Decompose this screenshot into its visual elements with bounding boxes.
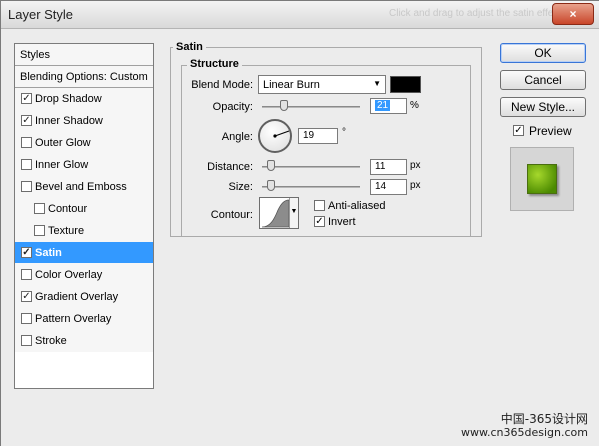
size-unit: px [410,180,421,191]
blend-mode-select[interactable]: Linear Burn ▼ [258,75,386,94]
size-label: Size: [228,181,253,193]
style-checkbox[interactable] [21,137,32,148]
style-item-satin[interactable]: ✓ Satin [15,242,153,264]
style-items: ✓ Drop Shadow ✓ Inner Shadow Outer Glow Inner… [15,88,153,352]
styles-header[interactable]: Styles [15,44,153,66]
opacity-label: Opacity: [212,101,253,113]
structure-group-title: Structure [187,58,242,70]
style-item-color-overlay[interactable]: Color Overlay [15,264,153,286]
contour-curve-icon [261,199,290,228]
style-checkbox[interactable] [34,203,45,214]
style-checkbox[interactable] [21,181,32,192]
style-checkbox[interactable] [21,313,32,324]
style-item-label: Outer Glow [35,137,91,149]
opacity-unit: % [410,100,419,111]
style-checkbox[interactable]: ✓ [21,115,32,126]
distance-label: Distance: [207,161,253,173]
style-item-label: Drop Shadow [35,93,102,105]
angle-input[interactable]: 19 [298,128,338,144]
distance-slider-track[interactable] [262,166,360,168]
ok-button[interactable]: OK [500,43,586,63]
style-checkbox[interactable]: ✓ [21,93,32,104]
opacity-slider-track[interactable] [262,106,360,108]
style-checkbox[interactable] [21,159,32,170]
style-checkbox[interactable] [21,335,32,346]
blend-color-swatch[interactable] [390,76,421,93]
distance-value: 11 [375,161,386,172]
preview-swatch [527,164,557,194]
style-item-outer-glow[interactable]: Outer Glow [15,132,153,154]
style-item-inner-shadow[interactable]: ✓ Inner Shadow [15,110,153,132]
angle-label: Angle: [221,131,253,143]
style-checkbox[interactable] [21,269,32,280]
blending-options-item[interactable]: Blending Options: Custom [15,66,153,88]
style-item-contour[interactable]: Contour [15,198,153,220]
blend-mode-label: Blend Mode: [191,79,253,91]
style-item-label: Color Overlay [35,269,103,281]
watermark-title: 中国-365设计网 [500,412,588,426]
satin-group-title: Satin [173,41,206,53]
blend-mode-value: Linear Burn [263,79,320,91]
style-item-label: Stroke [35,335,67,347]
style-item-inner-glow[interactable]: Inner Glow [15,154,153,176]
close-button[interactable]: × [552,3,594,25]
preview-checkbox[interactable]: ✓ [513,125,524,136]
style-item-label: Bevel and Emboss [35,181,127,193]
contour-dropdown-icon[interactable]: ▼ [289,198,298,228]
size-value: 14 [375,181,387,192]
close-icon: × [569,7,577,21]
anti-aliased-label: Anti-aliased [328,200,386,212]
style-item-drop-shadow[interactable]: ✓ Drop Shadow [15,88,153,110]
title-bar[interactable]: Layer Style Click and drag to adjust the… [1,1,599,29]
dialog-body: Styles Blending Options: Custom ✓ Drop Sh… [1,29,599,446]
opacity-slider-thumb[interactable] [280,100,288,111]
styles-list: Styles Blending Options: Custom ✓ Drop Sh… [14,43,154,389]
style-item-label: Texture [48,225,85,237]
chevron-down-icon: ▼ [373,79,381,88]
style-checkbox[interactable] [34,225,45,236]
style-item-label: Satin [35,247,62,259]
preview-thumbnail [510,147,574,211]
style-item-label: Gradient Overlay [35,291,119,303]
style-item-label: Pattern Overlay [35,313,112,325]
style-checkbox[interactable]: ✓ [21,291,32,302]
contour-label: Contour: [210,209,253,221]
style-item-label: Inner Shadow [35,115,103,127]
distance-input[interactable]: 11 [370,159,407,175]
angle-dial[interactable] [258,119,292,153]
opacity-value: 21 [375,100,391,111]
anti-aliased-checkbox[interactable] [314,200,325,211]
invert-checkbox[interactable]: ✓ [314,216,325,227]
distance-unit: px [410,160,421,171]
style-item-texture[interactable]: Texture [15,220,153,242]
angle-needle-icon [273,130,290,138]
size-input[interactable]: 14 [370,179,407,195]
opacity-input[interactable]: 21 [370,98,407,114]
size-slider-track[interactable] [262,186,360,188]
style-item-label: Contour [48,203,88,215]
style-item-stroke[interactable]: Stroke [15,330,153,352]
style-item-pattern-overlay[interactable]: Pattern Overlay [15,308,153,330]
preview-label: Preview [529,124,572,138]
size-slider-thumb[interactable] [267,180,275,191]
angle-value: 19 [303,130,315,141]
style-checkbox[interactable]: ✓ [21,247,32,258]
distance-slider-thumb[interactable] [267,160,275,171]
style-item-gradient-overlay[interactable]: ✓ Gradient Overlay [15,286,153,308]
invert-label: Invert [328,216,356,228]
title-hint-text: Click and drag to adjust the satin effec… [389,8,562,19]
style-item-bevel-and-emboss[interactable]: Bevel and Emboss [15,176,153,198]
angle-unit: ° [342,127,346,138]
contour-picker[interactable]: ▼ [259,197,299,229]
new-style-button[interactable]: New Style... [500,97,586,117]
window-title: Layer Style [8,7,74,22]
watermark-url: www.cn365design.com [461,426,588,439]
cancel-button[interactable]: Cancel [500,70,586,90]
layer-style-dialog: Layer Style Click and drag to adjust the… [0,0,599,446]
style-item-label: Inner Glow [35,159,89,171]
